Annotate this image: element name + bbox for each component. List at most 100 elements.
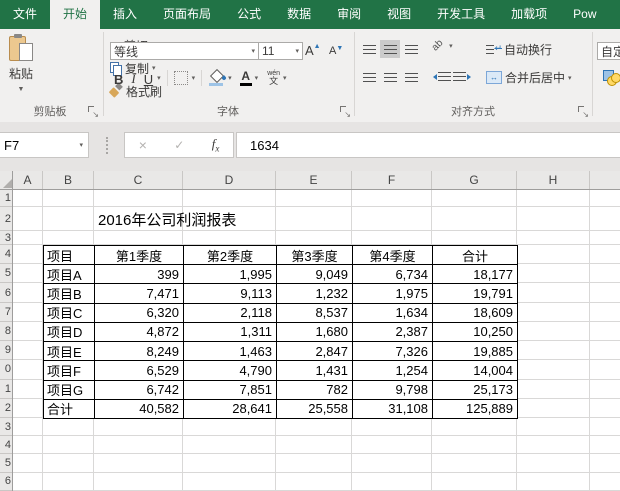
cell-G8[interactable]: 10,250 [433, 322, 518, 343]
cell-C5[interactable]: 399 [95, 265, 184, 285]
cell-G12[interactable]: 125,889 [433, 399, 518, 419]
formula-input[interactable]: 1634 [236, 132, 620, 158]
cell-F11[interactable]: 9,798 [353, 380, 433, 400]
font-name-dropdown-icon[interactable]: ▾ [251, 47, 255, 55]
col-header-C[interactable]: C [94, 171, 183, 190]
cell-G7[interactable]: 18,609 [433, 303, 518, 323]
merge-center-dropdown-icon[interactable]: ▾ [568, 74, 572, 82]
clipboard-dialog-launcher[interactable]: ↘ [88, 106, 99, 119]
tab-home[interactable]: 开始 [50, 0, 101, 29]
cell-F5[interactable]: 6,734 [353, 265, 433, 285]
col-header-F[interactable]: F [352, 171, 432, 190]
cell-D12[interactable]: 28,641 [184, 399, 277, 419]
cell-C11[interactable]: 6,742 [95, 380, 184, 400]
wrap-text-button[interactable]: ↵ 自动换行 [486, 41, 552, 58]
cell-F4[interactable]: 第4季度 [353, 246, 433, 266]
cell-E6[interactable]: 1,232 [277, 284, 353, 304]
font-dialog-launcher[interactable]: ↘ [340, 106, 351, 119]
cell-C4[interactable]: 第1季度 [95, 246, 184, 266]
cell-G4[interactable]: 合计 [433, 246, 518, 266]
cell-D11[interactable]: 7,851 [184, 380, 277, 400]
cell-D4[interactable]: 第2季度 [184, 246, 277, 266]
phonetic-guide-button[interactable]: wén 文 [267, 70, 280, 86]
tab-view[interactable]: 视图 [374, 0, 424, 29]
cell-C8[interactable]: 4,872 [95, 322, 184, 343]
col-header-I[interactable]: I [590, 171, 620, 190]
cell-E5[interactable]: 9,049 [277, 265, 353, 285]
col-header-D[interactable]: D [183, 171, 276, 190]
merge-center-button[interactable]: ↔ 合并后居中 ▾ [486, 69, 572, 86]
formula-bar-splitter[interactable] [106, 137, 108, 154]
tab-power[interactable]: Pow [560, 0, 609, 29]
alignment-dialog-launcher[interactable]: ↘ [578, 106, 589, 119]
enter-icon[interactable]: ✓ [174, 138, 184, 152]
tab-page-layout[interactable]: 页面布局 [150, 0, 224, 29]
orientation-dropdown-icon[interactable]: ▾ [449, 42, 453, 50]
tab-add-ins[interactable]: 加载项 [498, 0, 560, 29]
cell-G10[interactable]: 14,004 [433, 361, 518, 381]
number-format-combo[interactable]: 自定 [597, 42, 620, 60]
cell-F12[interactable]: 31,108 [353, 399, 433, 419]
align-left-button[interactable] [359, 68, 379, 86]
cell-B9[interactable]: 项目E [44, 342, 95, 362]
cell-C6[interactable]: 7,471 [95, 284, 184, 304]
cell-B4[interactable]: 项目 [44, 246, 95, 266]
tab-file[interactable]: 文件 [0, 0, 50, 29]
cell-B7[interactable]: 项目C [44, 303, 95, 323]
font-size-dropdown-icon[interactable]: ▾ [295, 47, 299, 55]
cell-C10[interactable]: 6,529 [95, 361, 184, 381]
accounting-format-icon[interactable] [603, 70, 620, 86]
cell-B12[interactable]: 合计 [44, 399, 95, 419]
decrease-indent-button[interactable] [433, 72, 451, 81]
underline-button[interactable]: U [140, 69, 157, 87]
name-box-dropdown-icon[interactable]: ▾ [79, 141, 83, 149]
underline-dropdown-icon[interactable]: ▾ [157, 74, 161, 82]
fill-color-dropdown-icon[interactable]: ▾ [228, 74, 232, 82]
font-name-combo[interactable]: 等线 ▾ [110, 42, 259, 60]
cell-C7[interactable]: 6,320 [95, 303, 184, 323]
increase-indent-button[interactable] [453, 72, 471, 81]
cell-E12[interactable]: 25,558 [277, 399, 353, 419]
align-center-button[interactable] [380, 68, 400, 86]
cell-D9[interactable]: 1,463 [184, 342, 277, 362]
fill-color-icon[interactable] [208, 68, 227, 86]
cell-E9[interactable]: 2,847 [277, 342, 353, 362]
cell-F10[interactable]: 1,254 [353, 361, 433, 381]
align-bottom-button[interactable] [401, 40, 421, 58]
font-size-combo[interactable]: 11 ▾ [258, 42, 303, 60]
tab-review[interactable]: 审阅 [324, 0, 374, 29]
tab-insert[interactable]: 插入 [100, 0, 150, 29]
paste-dropdown-icon[interactable]: ▼ [18, 86, 25, 93]
font-color-button[interactable]: A [239, 70, 252, 86]
cell-E10[interactable]: 1,431 [277, 361, 353, 381]
cell-E7[interactable]: 8,537 [277, 303, 353, 323]
col-header-E[interactable]: E [276, 171, 352, 190]
font-color-dropdown-icon[interactable]: ▾ [255, 74, 259, 82]
insert-function-icon[interactable]: fx [212, 136, 220, 154]
italic-button[interactable]: I [127, 69, 139, 87]
cell-D8[interactable]: 1,311 [184, 322, 277, 343]
cell-D7[interactable]: 2,118 [184, 303, 277, 323]
cell-E11[interactable]: 782 [277, 380, 353, 400]
bold-button[interactable]: B [110, 69, 127, 87]
orientation-button[interactable]: ab ▾ [430, 38, 453, 54]
align-middle-button[interactable] [380, 40, 400, 58]
borders-icon[interactable] [173, 71, 188, 85]
borders-dropdown-icon[interactable]: ▾ [192, 74, 196, 82]
col-header-H[interactable]: H [517, 171, 590, 190]
cell-E8[interactable]: 1,680 [277, 322, 353, 343]
tab-data[interactable]: 数据 [274, 0, 324, 29]
cell-G11[interactable]: 25,173 [433, 380, 518, 400]
col-header-B[interactable]: B [43, 171, 94, 190]
align-right-button[interactable] [401, 68, 421, 86]
name-box[interactable]: F7 ▾ [0, 132, 89, 158]
col-header-G[interactable]: G [432, 171, 517, 190]
cell-C9[interactable]: 8,249 [95, 342, 184, 362]
cell-B6[interactable]: 项目B [44, 284, 95, 304]
cancel-icon[interactable]: × [139, 137, 147, 153]
cell-F6[interactable]: 1,975 [353, 284, 433, 304]
cell-F7[interactable]: 1,634 [353, 303, 433, 323]
cell-G5[interactable]: 18,177 [433, 265, 518, 285]
cell-F8[interactable]: 2,387 [353, 322, 433, 343]
decrease-font-size-button[interactable]: A ▼ [329, 45, 343, 57]
